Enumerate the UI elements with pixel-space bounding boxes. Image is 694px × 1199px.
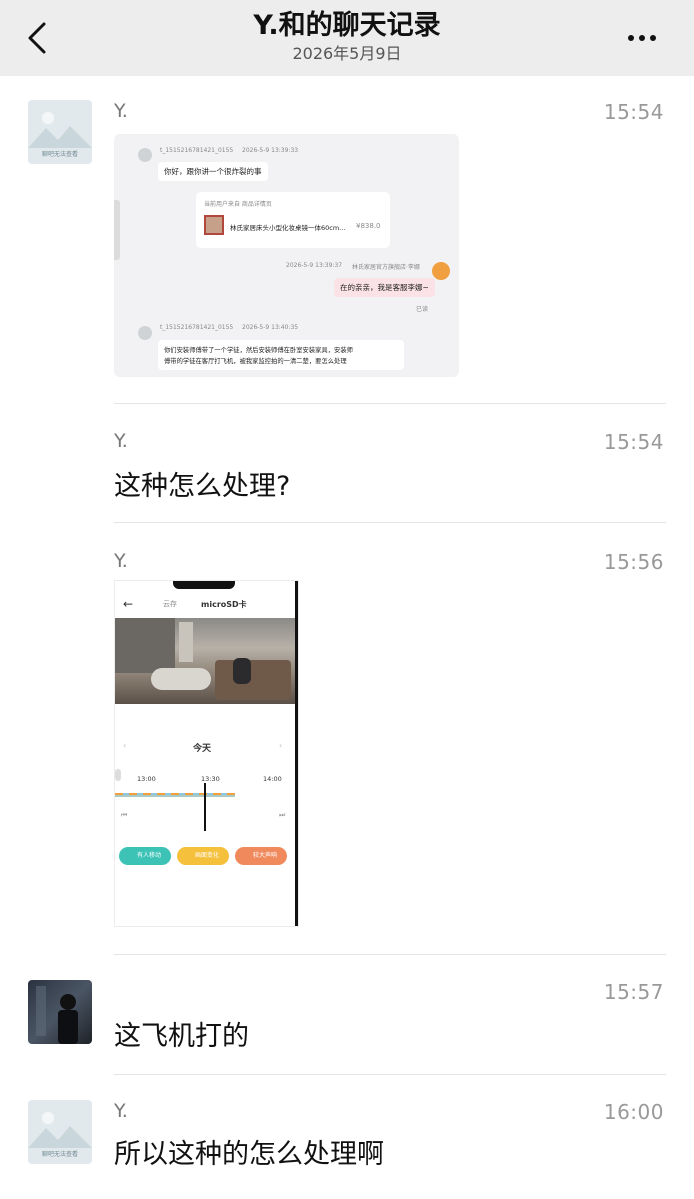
product-price: ¥838.0 bbox=[356, 222, 381, 230]
shop-name: 林氏家居官方旗舰店·李娜 bbox=[352, 264, 420, 271]
avatar[interactable]: 聊吧无法查看 bbox=[28, 100, 92, 164]
message-time: 15:56 bbox=[603, 550, 664, 574]
message-time: 15:54 bbox=[603, 430, 664, 454]
timestamp: 2026-5-9 13:39:37 bbox=[286, 262, 343, 269]
prev-day-icon: ‹ bbox=[123, 741, 127, 750]
bubble-line: 傅带的学徒在客厅打飞机，被我家监控拍的一清二楚，要怎么处理 bbox=[164, 358, 347, 365]
page-title: Y.和的聊天记录 bbox=[253, 10, 441, 41]
message-text: 这种怎么处理? bbox=[114, 471, 291, 502]
bubble-line: 你们安装师傅带了一个学徒，然后安装师傅在卧室安装家具，安装师 bbox=[164, 347, 353, 354]
avatar-caption: 聊吧无法查看 bbox=[41, 1151, 78, 1158]
motion-filter-button[interactable]: 有人移动 bbox=[119, 847, 171, 865]
skip-back-icon[interactable]: ⏮ bbox=[121, 811, 127, 820]
user-id: t_1515216781421_0155 bbox=[160, 324, 234, 331]
divider bbox=[114, 954, 666, 955]
phone-notch bbox=[173, 581, 235, 589]
tab-cloud: 云存 bbox=[163, 600, 177, 608]
scene-change-filter-button[interactable]: 画面变化 bbox=[177, 847, 229, 865]
camera-person bbox=[233, 658, 251, 684]
chat-bubble: 你们安装师傅带了一个学徒，然后安装师傅在卧室安装家具，安装师 傅带的学徒在客厅打… bbox=[158, 340, 404, 370]
more-button[interactable] bbox=[628, 26, 664, 46]
timeline-events bbox=[115, 793, 235, 795]
user-avatar bbox=[138, 148, 152, 162]
product-source: 当前用户来自 商品详情页 bbox=[204, 201, 272, 208]
divider bbox=[114, 403, 666, 404]
message-text: 这飞机打的 bbox=[114, 1021, 249, 1052]
timeline-cursor[interactable] bbox=[204, 783, 206, 831]
loud-sound-filter-button[interactable]: 较大声响 bbox=[235, 847, 287, 865]
title-block: Y.和的聊天记录 2026年5月9日 bbox=[0, 8, 694, 64]
timestamp: 2026-5-9 13:40:35 bbox=[242, 324, 299, 331]
avatar[interactable] bbox=[28, 980, 92, 1044]
divider bbox=[114, 1074, 666, 1075]
camera-table bbox=[151, 668, 211, 690]
camera-feed-image bbox=[115, 618, 298, 704]
product-card: 当前用户来自 商品详情页 林氏家居床头小型化妆桌镜一体60cm... ¥838.… bbox=[196, 192, 390, 248]
avatar[interactable]: 聊吧无法查看 bbox=[28, 1100, 92, 1164]
chat-bubble: 在的亲亲，我是客服李娜~ bbox=[334, 278, 435, 297]
shop-avatar bbox=[432, 262, 450, 280]
edge-tab bbox=[114, 200, 120, 260]
timeline-handle[interactable] bbox=[115, 769, 121, 781]
timeline-tick: 14:00 bbox=[263, 775, 282, 783]
screenshot-edge bbox=[295, 581, 298, 926]
next-day-icon: › bbox=[279, 741, 283, 750]
camera-sofa bbox=[215, 660, 291, 700]
message-time: 16:00 bbox=[603, 1100, 664, 1124]
camera-door bbox=[179, 622, 193, 662]
user-avatar bbox=[138, 326, 152, 340]
timeline-recording-bar bbox=[115, 793, 235, 797]
timeline-tick: 13:00 bbox=[137, 775, 156, 783]
skip-forward-icon[interactable]: ⏭ bbox=[279, 811, 285, 820]
chat-bubble: 你好，跟你讲一个很炸裂的事 bbox=[158, 162, 268, 181]
message-text: 所以这种的怎么处理啊 bbox=[114, 1139, 384, 1170]
user-id: t_1515216781421_0155 bbox=[160, 147, 234, 154]
sender-name: Y. bbox=[114, 550, 128, 572]
attached-screenshot[interactable]: ← 云存 microSD卡 ‹ 今天 › 13:00 13:30 14:00 ⏮… bbox=[114, 580, 299, 927]
more-dots-icon bbox=[628, 26, 661, 45]
product-name: 林氏家居床头小型化妆桌镜一体60cm... bbox=[230, 224, 346, 232]
timeline-tick: 13:30 bbox=[201, 775, 220, 783]
sender-name: Y. bbox=[114, 1100, 128, 1122]
person-silhouette-icon bbox=[36, 986, 78, 1044]
top-bar: Y.和的聊天记录 2026年5月9日 bbox=[0, 0, 694, 76]
message-time: 15:54 bbox=[603, 100, 664, 124]
sender-name: Y. bbox=[114, 100, 128, 122]
camera-wall bbox=[115, 618, 175, 673]
back-arrow-icon: ← bbox=[123, 597, 134, 611]
sender-name: Y. bbox=[114, 430, 128, 452]
page-date: 2026年5月9日 bbox=[292, 44, 402, 63]
attached-screenshot[interactable]: t_1515216781421_0155 2026-5-9 13:39:33 你… bbox=[114, 134, 459, 377]
avatar-caption: 聊吧无法查看 bbox=[41, 151, 78, 158]
divider bbox=[114, 522, 666, 523]
read-status: 已读 bbox=[416, 306, 429, 313]
tab-microsd: microSD卡 bbox=[201, 600, 247, 609]
day-label: 今天 bbox=[193, 744, 212, 754]
message-time: 15:57 bbox=[603, 980, 664, 1004]
product-thumbnail bbox=[204, 215, 224, 235]
timestamp: 2026-5-9 13:39:33 bbox=[242, 147, 299, 154]
